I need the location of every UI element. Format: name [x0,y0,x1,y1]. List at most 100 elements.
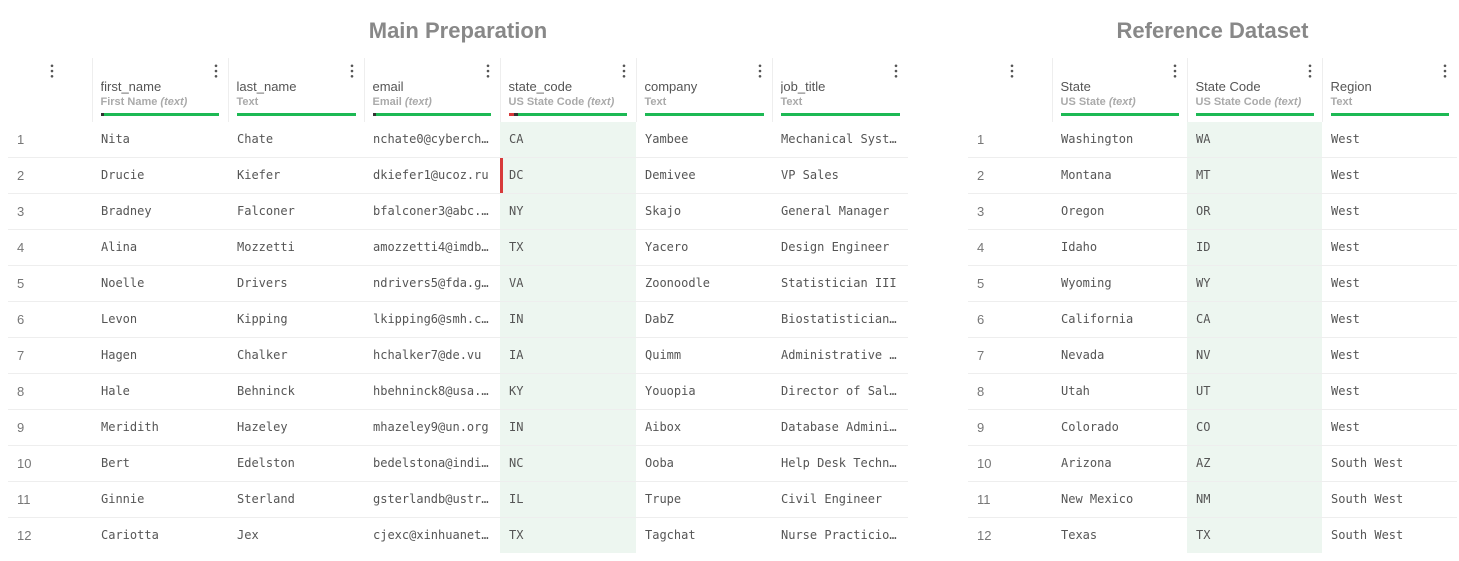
cell[interactable]: Design Engineer [772,230,908,265]
cell[interactable]: Behninck [228,374,364,409]
cell[interactable]: Mozzetti [228,230,364,265]
column-header[interactable]: StateUS State (text) [1052,58,1187,122]
cell[interactable]: VA [500,266,636,301]
cell[interactable]: dkiefer1@ucoz.ru [364,158,500,193]
more-options-icon[interactable] [754,64,766,83]
cell[interactable]: Wyoming [1052,266,1187,301]
cell[interactable]: Utah [1052,374,1187,409]
cell[interactable]: WY [1187,266,1322,301]
cell[interactable]: CO [1187,410,1322,445]
cell[interactable]: Drucie [92,158,228,193]
cell[interactable]: TX [500,230,636,265]
cell[interactable]: Kipping [228,302,364,337]
cell[interactable]: bfalconer3@abc.net… [364,194,500,229]
cell[interactable]: Zoonoodle [636,266,772,301]
more-options-icon[interactable] [482,64,494,83]
cell[interactable]: IA [500,338,636,373]
more-options-icon[interactable] [210,64,222,83]
table-row[interactable]: 5NoelleDriversndrivers5@fda.govVAZoonood… [8,266,908,302]
cell[interactable]: Noelle [92,266,228,301]
more-options-icon[interactable] [890,64,902,83]
cell[interactable]: Ginnie [92,482,228,517]
cell[interactable]: Colorado [1052,410,1187,445]
column-header[interactable]: first_nameFirst Name (text) [92,58,228,122]
cell[interactable]: West [1322,230,1457,265]
more-options-icon[interactable] [1304,64,1316,83]
cell[interactable]: Demivee [636,158,772,193]
cell[interactable]: TX [500,518,636,553]
cell[interactable]: hbehninck8@usa.gov [364,374,500,409]
cell[interactable]: CA [500,122,636,157]
cell[interactable]: gsterlandb@ustream… [364,482,500,517]
cell[interactable]: AZ [1187,446,1322,481]
cell[interactable]: Montana [1052,158,1187,193]
cell[interactable]: Quimm [636,338,772,373]
cell[interactable]: General Manager [772,194,908,229]
cell[interactable]: West [1322,122,1457,157]
cell[interactable]: UT [1187,374,1322,409]
cell[interactable]: Cariotta [92,518,228,553]
cell[interactable]: Statistician III [772,266,908,301]
cell[interactable]: cjexc@xinhuanet.com [364,518,500,553]
table-row[interactable]: 12TexasTXSouth West [968,518,1457,554]
table-row[interactable]: 11GinnieSterlandgsterlandb@ustream…ILTru… [8,482,908,518]
cell[interactable]: Falconer [228,194,364,229]
cell[interactable]: Jex [228,518,364,553]
cell[interactable]: NM [1187,482,1322,517]
cell[interactable]: Edelston [228,446,364,481]
cell[interactable]: Trupe [636,482,772,517]
cell[interactable]: Database Administr… [772,410,908,445]
more-options-icon[interactable] [618,64,630,83]
cell[interactable]: mhazeley9@un.org [364,410,500,445]
column-header[interactable]: state_codeUS State Code (text) [500,58,636,122]
cell[interactable]: NY [500,194,636,229]
cell[interactable]: OR [1187,194,1322,229]
more-options-icon[interactable] [346,64,358,83]
cell[interactable]: MT [1187,158,1322,193]
table-row[interactable]: 6LevonKippinglkipping6@smh.com.…INDabZBi… [8,302,908,338]
more-options-icon[interactable] [1169,64,1181,83]
more-options-icon[interactable] [1006,64,1018,83]
cell[interactable]: Alina [92,230,228,265]
cell[interactable]: Texas [1052,518,1187,553]
table-row[interactable]: 2DrucieKieferdkiefer1@ucoz.ruDCDemiveeVP… [8,158,908,194]
cell[interactable]: Hagen [92,338,228,373]
column-header[interactable]: job_titleText [772,58,908,122]
cell[interactable]: South West [1322,482,1457,517]
cell[interactable]: ndrivers5@fda.gov [364,266,500,301]
cell[interactable]: Tagchat [636,518,772,553]
cell[interactable]: Bert [92,446,228,481]
cell[interactable]: bedelstona@indiego… [364,446,500,481]
cell[interactable]: Help Desk Technici… [772,446,908,481]
cell[interactable]: WA [1187,122,1322,157]
cell[interactable]: West [1322,158,1457,193]
cell[interactable]: Washington [1052,122,1187,157]
table-row[interactable]: 7HagenChalkerhchalker7@de.vuIAQuimmAdmin… [8,338,908,374]
table-row[interactable]: 7NevadaNVWest [968,338,1457,374]
cell[interactable]: CA [1187,302,1322,337]
cell[interactable]: New Mexico [1052,482,1187,517]
cell[interactable]: IN [500,410,636,445]
cell[interactable]: Chate [228,122,364,157]
table-row[interactable]: 2MontanaMTWest [968,158,1457,194]
table-row[interactable]: 12CariottaJexcjexc@xinhuanet.comTXTagcha… [8,518,908,554]
cell[interactable]: West [1322,410,1457,445]
cell[interactable]: IL [500,482,636,517]
cell[interactable]: DC [500,158,636,193]
table-row[interactable]: 1WashingtonWAWest [968,122,1457,158]
column-header[interactable]: emailEmail (text) [364,58,500,122]
cell[interactable]: Biostatistician III [772,302,908,337]
table-row[interactable]: 8UtahUTWest [968,374,1457,410]
column-header[interactable]: last_nameText [228,58,364,122]
more-options-icon[interactable] [1439,64,1451,83]
cell[interactable]: IN [500,302,636,337]
cell[interactable]: Bradney [92,194,228,229]
cell[interactable]: West [1322,266,1457,301]
cell[interactable]: Meridith [92,410,228,445]
cell[interactable]: Director of Sales [772,374,908,409]
cell[interactable]: West [1322,338,1457,373]
cell[interactable]: Skajo [636,194,772,229]
cell[interactable]: West [1322,302,1457,337]
table-row[interactable]: 3BradneyFalconerbfalconer3@abc.net…NYSka… [8,194,908,230]
cell[interactable]: KY [500,374,636,409]
